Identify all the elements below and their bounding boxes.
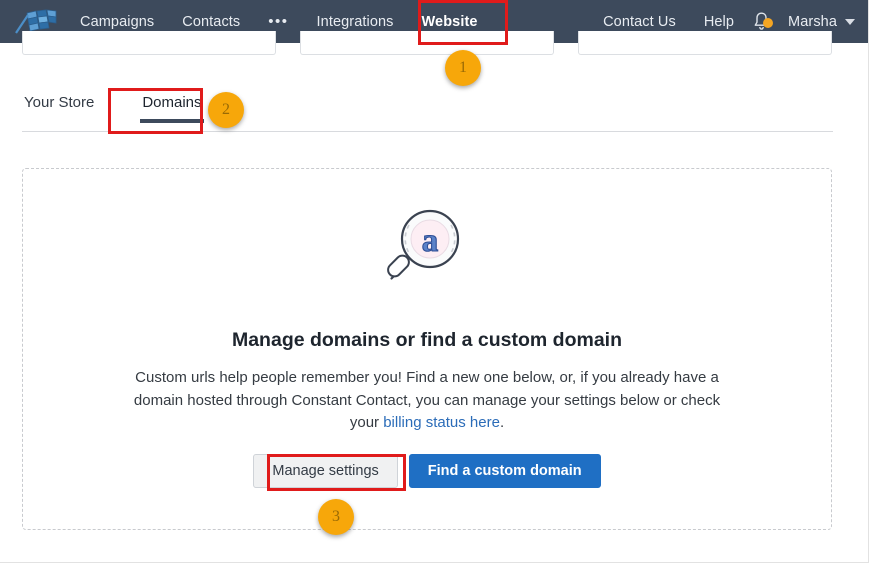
tabs-divider [22, 131, 833, 132]
tab-domains[interactable]: Domains [140, 88, 204, 123]
chevron-down-icon [845, 18, 855, 25]
find-custom-domain-button[interactable]: Find a custom domain [408, 454, 601, 488]
panel-headline: Manage domains or find a custom domain [231, 329, 623, 351]
partial-card [300, 31, 554, 55]
tab-label: Domains [142, 94, 202, 111]
app-screenshot: Campaigns Contacts ••• Integrations Webs… [0, 0, 869, 563]
nav-item-label: Contacts [182, 13, 241, 30]
illustration-container: a [23, 197, 831, 298]
manage-settings-button[interactable]: Manage settings [253, 454, 398, 488]
nav-item-label: Help [703, 13, 735, 30]
step-badge-3: 3 [318, 499, 354, 535]
description-text-part-2: . [499, 414, 505, 431]
partial-cards-row [0, 31, 869, 68]
domains-empty-state-panel: a Manage domains or find a custom domain… [22, 168, 832, 530]
active-tab-underline [140, 119, 204, 123]
panel-description: Custom urls help people remember you! Fi… [127, 367, 727, 435]
svg-text:a: a [422, 223, 439, 259]
step-badge-2: 2 [208, 92, 244, 128]
nav-item-label: Campaigns [80, 13, 155, 30]
magnifier-with-letter-a-icon: a [379, 197, 475, 298]
partial-card [22, 31, 276, 55]
nav-item-label: Contact Us [603, 13, 676, 30]
tab-your-store[interactable]: Your Store [22, 88, 96, 123]
nav-item-label: Website [421, 13, 478, 30]
step-badge-1: 1 [445, 50, 481, 86]
tab-label: Your Store [24, 94, 95, 111]
notification-alert-dot [763, 18, 774, 28]
panel-actions: Manage settings Find a custom domain [23, 454, 831, 488]
partial-card [578, 31, 832, 55]
section-tabs: Your Store Domains [22, 88, 833, 133]
account-name-label: Marsha [788, 13, 837, 30]
billing-status-link[interactable]: billing status here [383, 414, 500, 431]
more-dots-icon: ••• [268, 13, 289, 30]
nav-item-label: Integrations [316, 13, 394, 30]
